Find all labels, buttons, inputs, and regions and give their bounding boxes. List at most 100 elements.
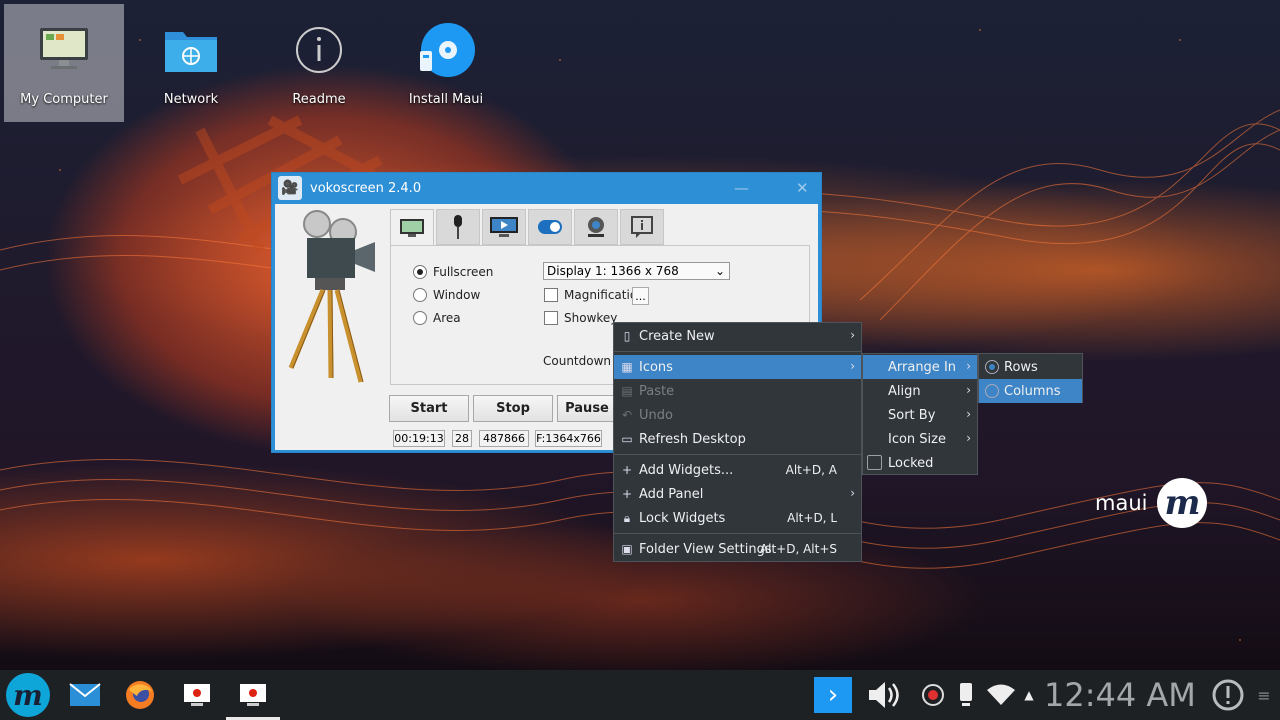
radio-indicator (413, 288, 427, 302)
vokoscreen-app-icon: 🎥 (278, 176, 302, 200)
pause-button[interactable]: Pause (557, 395, 617, 422)
menu-item-label: Create New (639, 328, 715, 344)
clock[interactable]: 12:44 AM (1044, 676, 1196, 714)
magnification-checkbox[interactable]: Magnification (544, 288, 645, 302)
paste-icon: ▤ (621, 384, 633, 398)
desktop-icon-network[interactable]: Network (131, 4, 251, 122)
network-indicator[interactable] (983, 670, 1019, 720)
chevron-right-icon: › (850, 359, 855, 373)
window-titlebar[interactable]: 🎥 vokoscreen 2.4.0 — ✕ (272, 173, 821, 203)
computer-icon (34, 22, 94, 78)
menu-item-arrange-in[interactable]: Arrange In › (863, 355, 977, 379)
window-radio[interactable]: Window (413, 288, 480, 302)
status-fps: 28 (452, 430, 472, 447)
chevron-right-icon: › (850, 486, 855, 500)
tab-audio[interactable] (436, 209, 480, 245)
desktop-icon-label: My Computer (20, 92, 108, 107)
menu-item-label: Locked (888, 455, 934, 471)
fullscreen-radio[interactable]: Fullscreen (413, 265, 493, 279)
volume-control[interactable] (864, 670, 904, 720)
menu-item-create-new[interactable]: ▯ Create New › (614, 324, 861, 348)
menu-item-columns[interactable]: Columns (979, 379, 1082, 403)
menu-item-paste[interactable]: ▤ Paste (614, 379, 861, 403)
task-vokoscreen-2[interactable] (226, 670, 280, 720)
menu-item-undo[interactable]: ↶ Undo (614, 403, 861, 427)
menu-item-sort-by[interactable]: Sort By › (863, 403, 977, 427)
chevron-right-icon: › (966, 359, 971, 373)
menu-item-add-panel[interactable]: + Add Panel › (614, 482, 861, 506)
up-arrow-icon[interactable]: ▲ (1020, 670, 1038, 720)
columns-radio[interactable] (985, 384, 999, 398)
menu-item-locked[interactable]: Locked (863, 451, 977, 475)
device-icon (960, 683, 972, 706)
start-button[interactable]: Start (389, 395, 469, 422)
application-launcher[interactable]: m (0, 670, 56, 720)
vokoscreen-task-icon (240, 684, 266, 706)
stop-button[interactable]: Stop (473, 395, 553, 422)
lock-icon: 🔒︎ (623, 511, 631, 525)
menu-separator (614, 533, 861, 534)
menu-item-label: Arrange In (888, 359, 957, 375)
menu-item-lock-widgets[interactable]: 🔒︎ Lock Widgets Alt+D, L (614, 506, 861, 530)
desktop-context-menu: ▯ Create New › ▦ Icons › ▤ Paste ↶ Undo … (613, 322, 862, 562)
record-indicator[interactable] (918, 670, 948, 720)
panel-menu-icon[interactable]: ≡ (1254, 670, 1274, 720)
menu-item-add-widgets[interactable]: + Add Widgets... Alt+D, A (614, 458, 861, 482)
status-format: F:1364x766 (535, 430, 602, 447)
checkbox-indicator (544, 288, 558, 302)
desktop-icon-readme[interactable]: Readme (259, 4, 379, 122)
menu-item-icon-size[interactable]: Icon Size › (863, 427, 977, 451)
menu-item-shortcut: Alt+D, A (785, 463, 837, 477)
install-disc-icon (416, 22, 476, 78)
network-folder-icon (161, 22, 221, 78)
close-icon[interactable]: ✕ (796, 179, 809, 197)
screen-tab-icon (400, 218, 424, 237)
radio-indicator (413, 265, 427, 279)
tab-webcam[interactable] (574, 209, 618, 245)
menu-item-folder-view-settings[interactable]: ▣ Folder View Settings Alt+D, Alt+S (614, 537, 861, 561)
mail-launcher[interactable] (60, 670, 110, 720)
locked-checkbox[interactable] (867, 455, 882, 470)
menu-item-rows[interactable]: Rows (979, 355, 1082, 379)
tab-settings[interactable] (528, 209, 572, 245)
menu-item-label: Add Panel (639, 486, 704, 502)
menu-item-refresh-desktop[interactable]: ▭ Refresh Desktop (614, 427, 861, 451)
display-select[interactable]: Display 1: 1366 x 768 ⌄ (543, 262, 730, 280)
arrange-in-submenu: Rows Columns (978, 353, 1083, 403)
video-tab-icon (490, 217, 518, 237)
minimize-icon[interactable]: — (734, 179, 749, 197)
maui-logo: maui m (1095, 478, 1208, 528)
record-icon (922, 684, 944, 706)
firefox-launcher[interactable] (115, 670, 165, 720)
chevron-right-icon: › (966, 431, 971, 445)
chevron-right-icon: › (966, 383, 971, 397)
desktop-icon-my-computer[interactable]: My Computer (4, 4, 124, 122)
menu-item-label: Icons (639, 359, 673, 375)
maui-logo-glyph: m (1157, 478, 1208, 528)
rows-radio[interactable] (985, 360, 999, 374)
menu-item-icons[interactable]: ▦ Icons › (614, 355, 861, 379)
refresh-desktop-icon: ▭ (621, 432, 633, 446)
desktop-icon-label: Network (163, 92, 219, 107)
menu-item-shortcut: Alt+D, L (787, 511, 837, 525)
menu-item-align[interactable]: Align › (863, 379, 977, 403)
notifications-button[interactable] (1208, 670, 1248, 720)
magnification-settings-button[interactable]: ... (632, 287, 649, 305)
menu-item-shortcut: Alt+D, Alt+S (759, 542, 837, 556)
device-notifier[interactable] (954, 670, 978, 720)
expand-tray-icon[interactable]: › (814, 677, 852, 713)
area-radio[interactable]: Area (413, 311, 461, 325)
tab-screen[interactable] (390, 209, 434, 246)
task-vokoscreen-1[interactable] (170, 670, 224, 720)
tab-about[interactable] (620, 209, 664, 245)
new-document-icon: ▯ (623, 329, 631, 343)
vokoscreen-task-icon (184, 684, 210, 706)
display-select-value: Display 1: 1366 x 768 (547, 264, 679, 278)
showkey-checkbox[interactable]: Showkey (544, 311, 617, 325)
tab-video[interactable] (482, 209, 526, 245)
desktop-icon-install-maui[interactable]: Install Maui (386, 4, 506, 122)
menu-item-label: Lock Widgets (639, 510, 726, 526)
status-size: 487866 (479, 430, 529, 447)
menu-item-label: Folder View Settings (639, 541, 772, 557)
window-label: Window (433, 288, 481, 302)
